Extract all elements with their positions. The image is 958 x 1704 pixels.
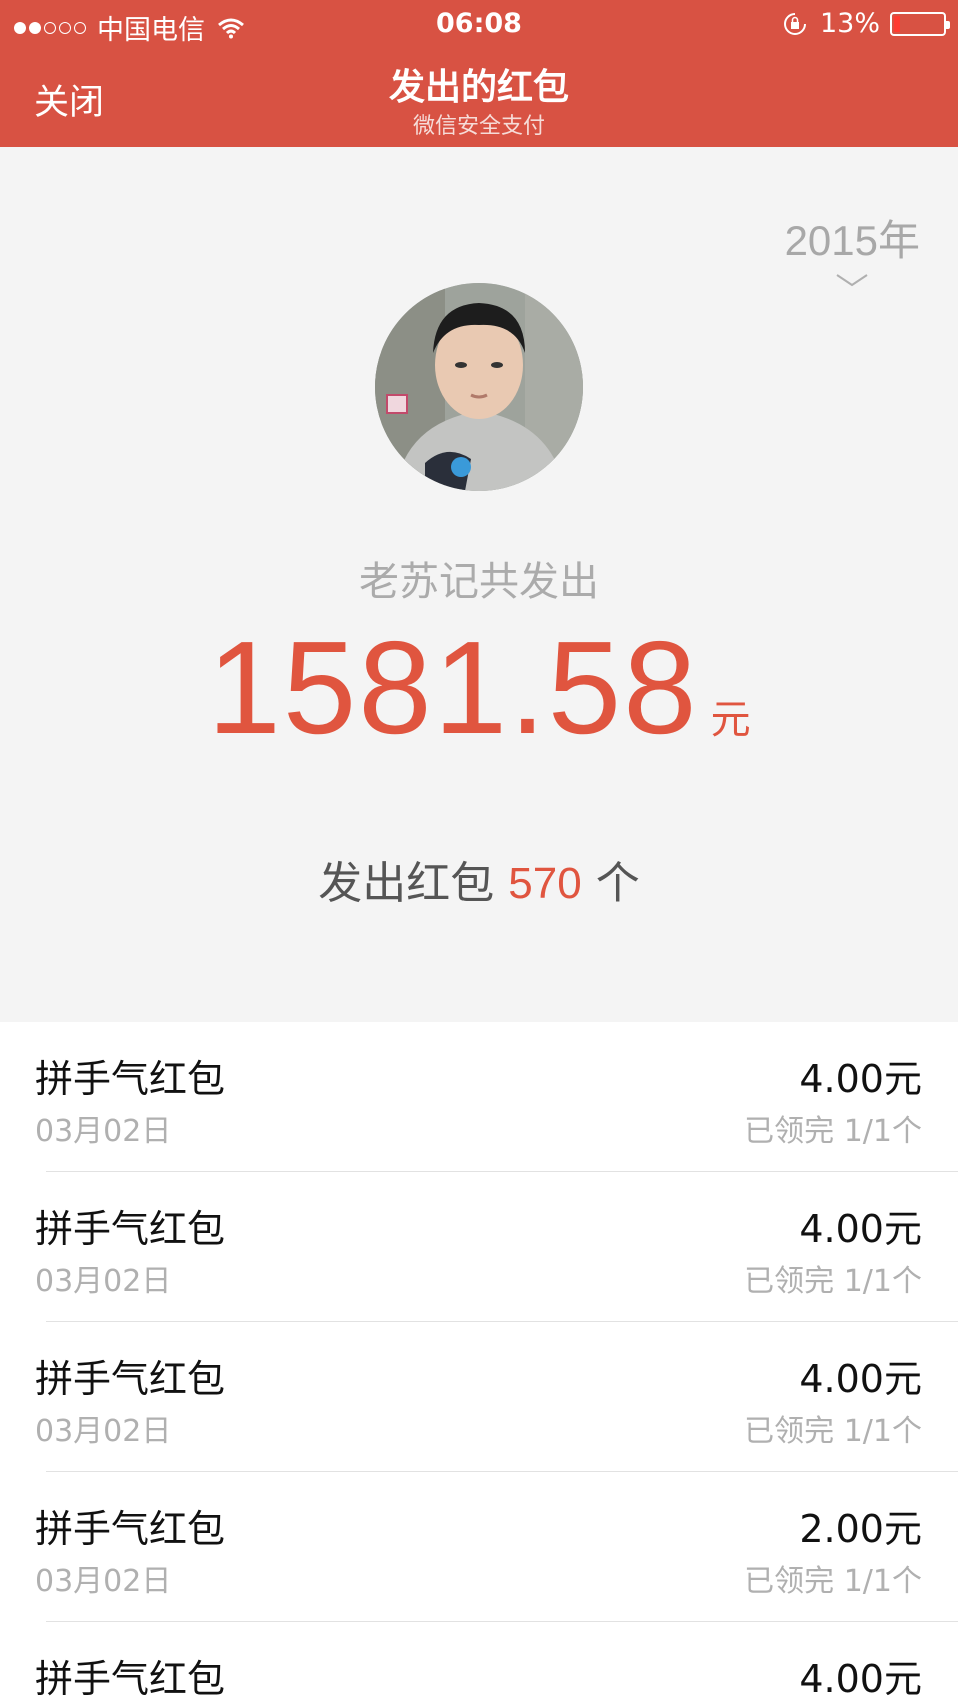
item-title: 拼手气红包 xyxy=(35,1357,226,1401)
status-right: 13% xyxy=(782,8,950,39)
sender-summary: 老苏记共发出 xyxy=(359,559,599,605)
item-date: 03月02日 xyxy=(35,1264,172,1299)
avatar xyxy=(375,283,583,491)
year-selector[interactable]: 2015年 xyxy=(785,207,920,288)
item-date: 03月02日 xyxy=(35,1414,172,1449)
page-subtitle: 微信安全支付 xyxy=(412,114,545,139)
list-item[interactable]: 拼手气红包 03月02日 4.00元 已领完 1/1个 xyxy=(0,1322,958,1472)
status-bar: 中国电信 06:08 13% xyxy=(0,0,958,48)
item-amount: 4.00元 xyxy=(799,1357,922,1401)
total-amount: 1581.58 xyxy=(207,614,699,761)
item-status: 已领完 1/1个 xyxy=(744,1264,922,1299)
item-date: 03月02日 xyxy=(35,1114,172,1149)
header-bar: 中国电信 06:08 13% 关闭 发出的红包 微信安全支付 xyxy=(0,0,958,147)
year-label: 2015年 xyxy=(784,217,920,264)
avatar-image xyxy=(375,283,583,491)
chevron-down-icon xyxy=(836,274,868,287)
count-prefix: 发出红包 xyxy=(318,858,495,909)
item-title: 拼手气红包 xyxy=(35,1657,226,1701)
item-status: 已领完 1/1个 xyxy=(744,1414,922,1449)
total-unit: 元 xyxy=(710,697,751,743)
rotation-lock-icon xyxy=(783,12,806,35)
list-item[interactable]: 拼手气红包 03月02日 2.00元 已领完 1/1个 xyxy=(0,1472,958,1622)
item-title: 拼手气红包 xyxy=(35,1507,226,1551)
count-suffix: 个 xyxy=(595,858,640,909)
list-item[interactable]: 拼手气红包 03月02日 4.00元 已领完 1/1个 xyxy=(0,1172,958,1322)
battery-icon xyxy=(890,11,950,36)
item-amount: 4.00元 xyxy=(799,1657,922,1701)
item-date: 03月02日 xyxy=(35,1564,172,1599)
item-status: 已领完 1/1个 xyxy=(744,1114,922,1149)
total-sent: 1581.58 元 xyxy=(0,612,958,763)
item-amount: 4.00元 xyxy=(799,1057,922,1101)
red-packet-list: 拼手气红包 03月02日 4.00元 已领完 1/1个 拼手气红包 03月02日… xyxy=(0,1022,958,1704)
battery-fill xyxy=(894,15,901,32)
battery-percent: 13% xyxy=(819,8,880,39)
item-status: 已领完 1/1个 xyxy=(744,1564,922,1599)
item-amount: 4.00元 xyxy=(799,1207,922,1251)
envelope-count: 发出红包 570 个 xyxy=(0,847,958,911)
item-title: 拼手气红包 xyxy=(35,1207,226,1251)
list-item[interactable]: 拼手气红包 4.00元 xyxy=(0,1622,958,1704)
item-title: 拼手气红包 xyxy=(35,1057,226,1101)
count-number: 570 xyxy=(508,859,582,908)
list-item[interactable]: 拼手气红包 03月02日 4.00元 已领完 1/1个 xyxy=(0,1022,958,1172)
summary-panel: 2015年 老苏记共发出 1581.58 元 发出红包 570 个 xyxy=(0,147,958,1022)
page-title: 发出的红包 xyxy=(388,67,569,108)
item-amount: 2.00元 xyxy=(799,1507,922,1551)
